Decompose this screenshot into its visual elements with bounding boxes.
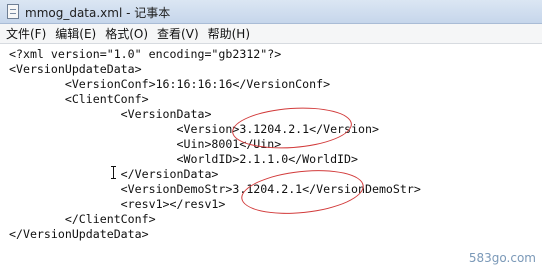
- editor-line: </ClientConf>: [9, 212, 156, 226]
- menu-help[interactable]: 帮助(H): [208, 25, 250, 42]
- text-cursor-ibeam-icon: [111, 166, 117, 179]
- editor-line: <resv1></resv1>: [9, 197, 226, 211]
- editor-line: </VersionUpdateData>: [9, 227, 149, 241]
- title-bar: mmog_data.xml - 记事本: [0, 0, 542, 24]
- watermark: 583go.com: [468, 251, 536, 265]
- editor-line: <VersionUpdateData>: [9, 62, 142, 76]
- text-editor-area[interactable]: <?xml version="1.0" encoding="gb2312"?> …: [0, 44, 542, 269]
- editor-line: <?xml version="1.0" encoding="gb2312"?>: [9, 47, 282, 61]
- menu-edit[interactable]: 编辑(E): [55, 25, 96, 42]
- menu-view[interactable]: 查看(V): [157, 25, 199, 42]
- notepad-icon: [7, 4, 19, 19]
- menu-bar: 文件(F) 编辑(E) 格式(O) 查看(V) 帮助(H): [0, 24, 542, 44]
- annotation-ellipse: [230, 103, 354, 153]
- editor-line: <VersionConf>16:16:16:16</VersionConf>: [9, 77, 331, 91]
- editor-line: <ClientConf>: [9, 92, 149, 106]
- window-title: mmog_data.xml - 记事本: [25, 6, 171, 20]
- editor-line: <VersionData>: [9, 107, 212, 121]
- menu-file[interactable]: 文件(F): [6, 25, 46, 42]
- annotation-ellipse: [239, 164, 366, 220]
- editor-line: <WorldID>2.1.1.0</WorldID>: [9, 152, 359, 166]
- menu-format[interactable]: 格式(O): [105, 25, 148, 42]
